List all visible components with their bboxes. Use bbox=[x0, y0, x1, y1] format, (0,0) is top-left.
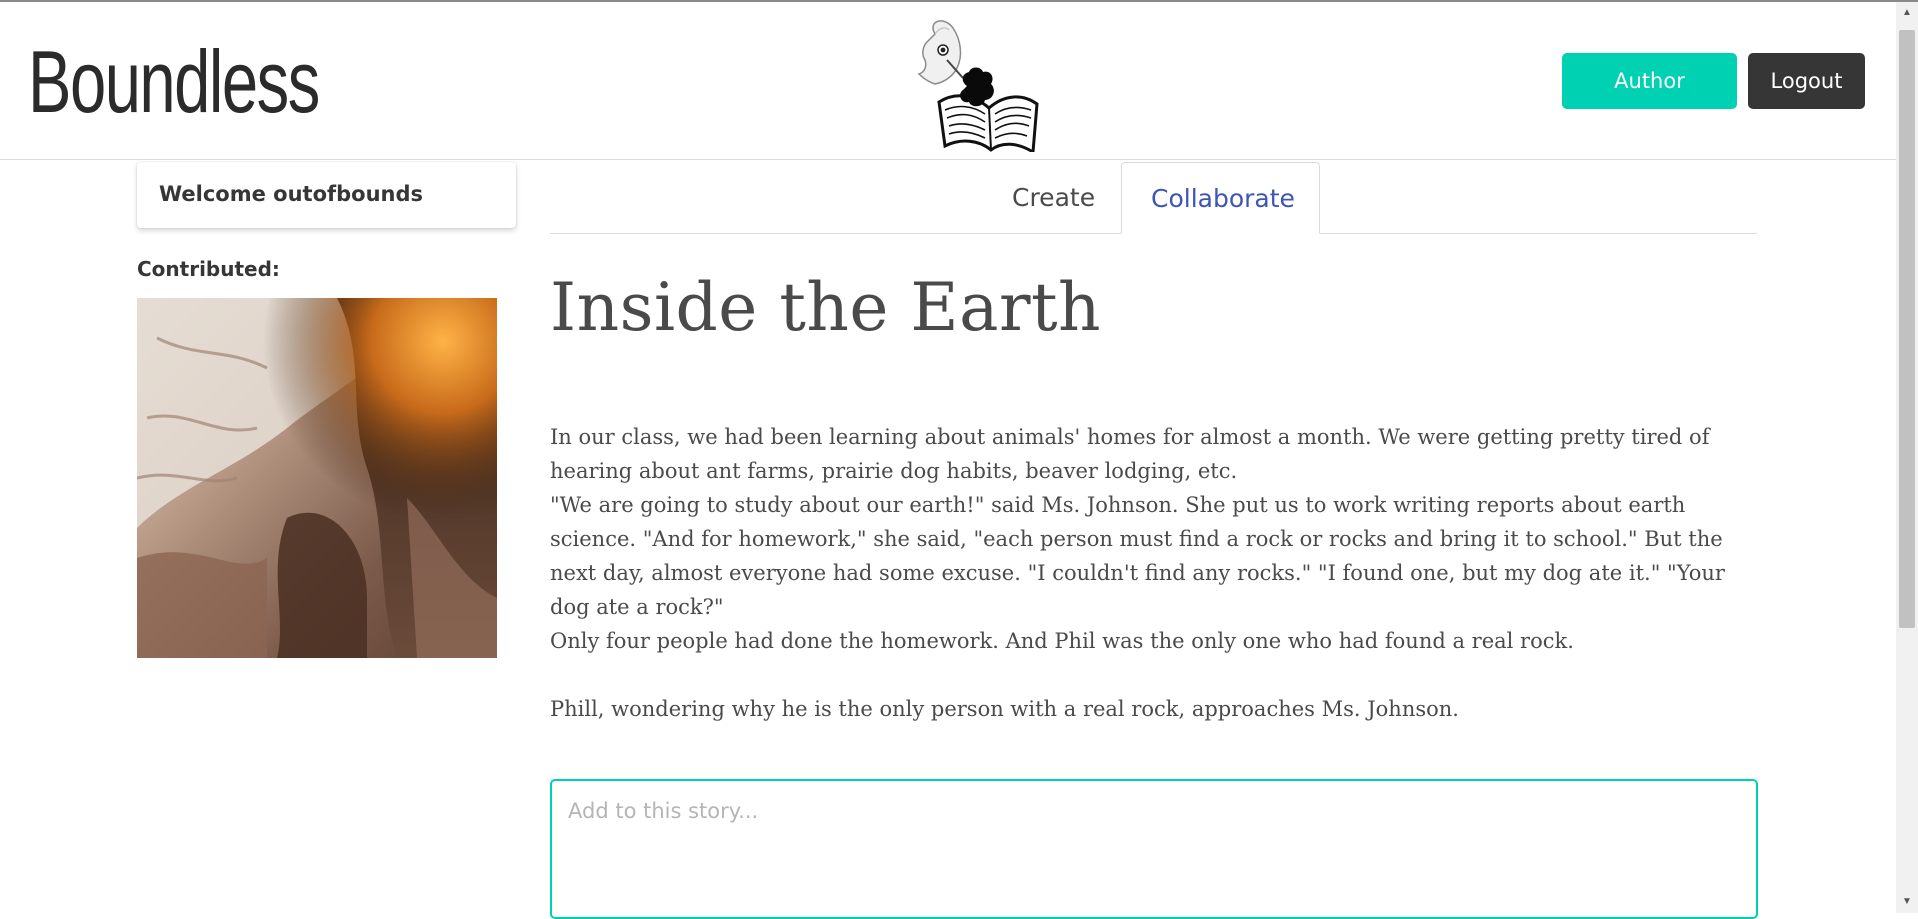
story-paragraph: In our class, we had been learning about… bbox=[550, 425, 1710, 483]
tab-collaborate[interactable]: Collaborate bbox=[1121, 162, 1320, 234]
story-paragraph: Only four people had done the homework. … bbox=[550, 629, 1574, 653]
tab-bar: Create Collaborate bbox=[550, 162, 1757, 234]
cave-photo[interactable] bbox=[137, 298, 497, 658]
story-paragraph: Phill, wondering why he is the only pers… bbox=[550, 697, 1459, 721]
scrollbar-thumb[interactable] bbox=[1899, 30, 1915, 628]
logout-button[interactable]: Logout bbox=[1748, 53, 1865, 109]
tab-create[interactable]: Create bbox=[983, 162, 1121, 234]
scroll-down-arrow-icon[interactable]: ▼ bbox=[1896, 891, 1918, 913]
story-paragraph: "We are going to study about our earth!"… bbox=[550, 493, 1725, 619]
navbar: Boundless Author Panel Logout bbox=[0, 2, 1896, 160]
brand-title[interactable]: Boundless bbox=[28, 32, 320, 132]
scroll-up-arrow-icon[interactable]: ▲ bbox=[1896, 2, 1918, 24]
story-title: Inside the Earth bbox=[550, 269, 1102, 346]
welcome-box: Welcome outofbounds bbox=[137, 162, 516, 228]
add-to-story-input[interactable] bbox=[550, 779, 1758, 919]
contributed-label: Contributed: bbox=[137, 257, 280, 281]
page-scrollbar[interactable]: ▲ ▼ bbox=[1896, 2, 1918, 913]
author-panel-button[interactable]: Author Panel bbox=[1562, 53, 1737, 149]
ghost-book-logo-icon[interactable] bbox=[905, 12, 1047, 152]
story-body: In our class, we had been learning about… bbox=[550, 420, 1760, 726]
welcome-text: Welcome outofbounds bbox=[159, 182, 424, 206]
